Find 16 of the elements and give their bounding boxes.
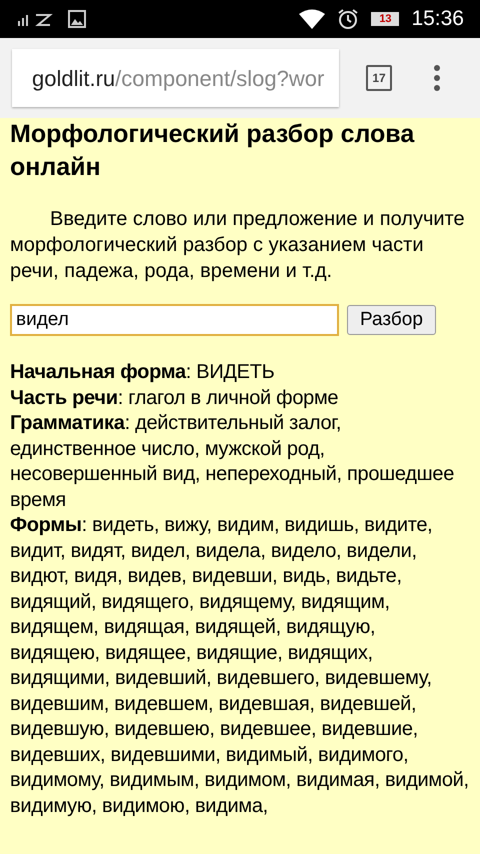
- address-bar[interactable]: goldlit.ru/component/slog?wor: [12, 49, 339, 107]
- clock-time: 15:36: [411, 6, 464, 32]
- result-line: Часть речи: глагол в личной форме: [10, 386, 340, 410]
- tab-switcher-button[interactable]: 17: [366, 65, 392, 91]
- parse-button[interactable]: Разбор: [347, 305, 436, 335]
- word-input-field[interactable]: видел: [10, 304, 339, 336]
- result-line: Грамматика: действительный залог, единственное число, мужской род, несовершенный вид, непереходный, прошедшее время: [10, 411, 456, 512]
- page-title: Морфологический разбор слова онлайн: [10, 119, 416, 183]
- alarm-clock-icon: [337, 8, 360, 30]
- menu-icon[interactable]: [433, 65, 441, 91]
- result-line: Формы: видеть, вижу, видим, видишь, видите, видит, видят, видел, видела, видело, видели, видют, видя, видев, видевши, видь, видьте, видящий, видящего, видящему, видящим, видящем, видящая, видящей, видящую, видящею, видящее, видящие, видящих, видящими, видевший, видевшего, видевшему, видевшим, видевшем, видевшая, видевшей, видевшую, видевшею, видевшее, видевшие, видевших, видевшими, видимый, видимого, видимому, видимым, видимом, видимая, видимой, видимую, видимою, видима,: [10, 513, 470, 818]
- battery-level: 13: [371, 12, 400, 26]
- image-icon: [68, 10, 86, 28]
- result-line: Начальная форма: ВИДЕТЬ: [10, 360, 276, 385]
- wifi-icon: [299, 9, 326, 29]
- intro-paragraph: Введите слово или предложение и получите морфологический разбор с указанием части речи, падежа, рода, времени и т.д.: [10, 207, 466, 284]
